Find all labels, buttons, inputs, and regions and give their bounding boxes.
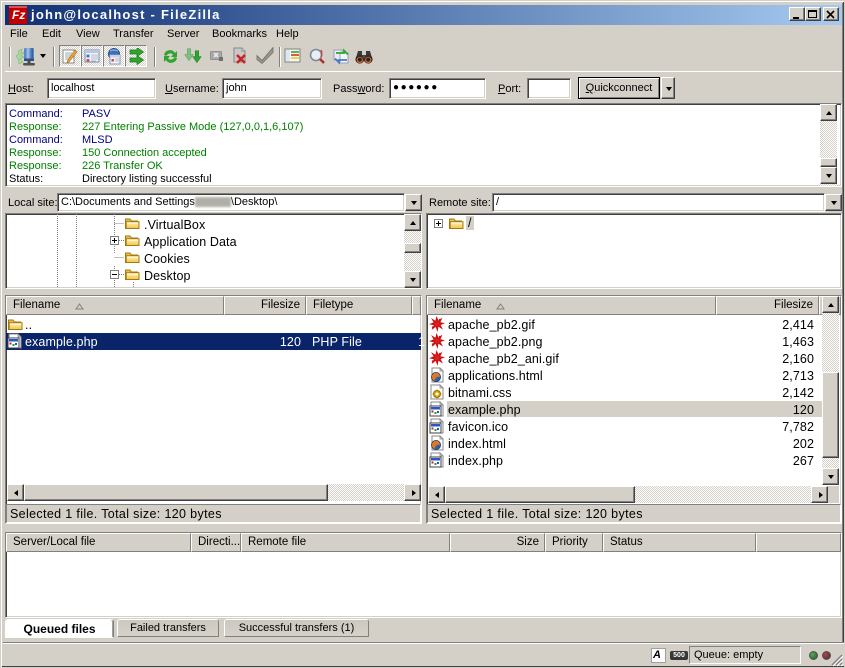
svg-text:Fz: Fz — [12, 8, 25, 22]
